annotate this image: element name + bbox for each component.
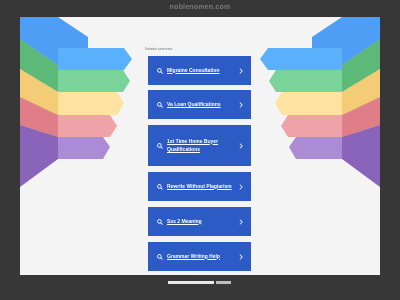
search-icon	[157, 142, 163, 149]
chevron-right-icon	[239, 142, 243, 149]
right-wing-stripe-red-arrow	[281, 115, 342, 137]
related-search-rewrite-without-plagiarism[interactable]: Rewrite Without Plagiarism	[148, 172, 251, 201]
footer-search-input[interactable]	[168, 281, 214, 284]
left-wing-stripe-blue-arrow	[58, 48, 132, 70]
related-search-label[interactable]: 1st Time Home Buyer Qualifications	[167, 138, 239, 154]
related-search-label[interactable]: Va Loan Qualifications	[167, 101, 239, 109]
left-wing-stripe-green-arrow	[58, 70, 130, 92]
related-search-first-time-home-buyer[interactable]: 1st Time Home Buyer Qualifications	[148, 125, 251, 166]
left-wing-stripe-red-arrow	[58, 115, 117, 137]
related-search-label[interactable]: Rewrite Without Plagiarism	[167, 183, 239, 191]
search-icon	[157, 253, 163, 260]
chevron-right-icon	[239, 218, 243, 225]
search-icon	[157, 218, 163, 225]
right-wing-stripe-yellow-arrow	[275, 92, 342, 115]
parked-page: Related searches Migraine Consultation V…	[20, 17, 380, 275]
search-icon	[157, 67, 163, 74]
chevron-right-icon	[239, 67, 243, 74]
chevron-right-icon	[239, 101, 243, 108]
chevron-right-icon	[239, 253, 243, 260]
related-search-label[interactable]: Sss 2 Meaning	[167, 218, 239, 226]
search-icon	[157, 183, 163, 190]
left-wing-stripe-yellow-arrow	[58, 92, 124, 115]
search-icon	[157, 101, 163, 108]
related-search-label[interactable]: Migraine Consultation	[167, 67, 239, 75]
domain-title: noblenomen.com	[169, 4, 231, 11]
related-search-grammar-writing-help[interactable]: Grammar Writing Help	[148, 242, 251, 271]
footer-search-button[interactable]	[216, 281, 231, 284]
related-search-migraine-consultation[interactable]: Migraine Consultation	[148, 56, 251, 85]
related-searches-list: Migraine Consultation Va Loan Qualificat…	[148, 56, 251, 271]
related-search-label[interactable]: Grammar Writing Help	[167, 253, 239, 261]
right-wing-stripe-green-arrow	[269, 70, 342, 92]
related-searches-heading: Related searches	[145, 47, 173, 51]
related-search-va-loan-qualifications[interactable]: Va Loan Qualifications	[148, 90, 251, 119]
left-wing-stripe-purple-arrow	[58, 137, 110, 159]
related-search-sss-2-meaning[interactable]: Sss 2 Meaning	[148, 207, 251, 236]
chevron-right-icon	[239, 183, 243, 190]
right-wing-stripe-purple-arrow	[289, 137, 342, 159]
right-wing-stripe-blue-arrow	[260, 48, 342, 70]
